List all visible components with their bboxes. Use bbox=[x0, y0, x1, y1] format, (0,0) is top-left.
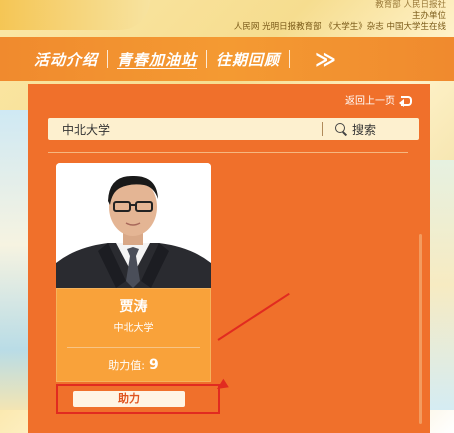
nav-item-intro[interactable]: 活动介绍 bbox=[34, 49, 98, 70]
organizers: 教育部 人民日报社 主办单位 人民网 光明日报教育部 《大学生》杂志 中国大学生… bbox=[234, 0, 446, 33]
left-decoration bbox=[0, 110, 28, 410]
search-bar: 搜索 bbox=[48, 118, 419, 140]
score-value: 9 bbox=[148, 357, 159, 373]
nav-divider bbox=[206, 50, 208, 68]
back-label: 返回上一页 bbox=[345, 96, 395, 107]
avatar bbox=[56, 163, 211, 288]
return-arrow-icon bbox=[399, 95, 413, 107]
divider bbox=[48, 152, 408, 153]
nav-divider bbox=[289, 50, 291, 68]
boost-score: 助力值: 9 bbox=[57, 357, 210, 373]
organizers-top: 教育部 人民日报社 bbox=[375, 0, 446, 10]
organizers-list: 人民网 光明日报教育部 《大学生》杂志 中国大学生在线 bbox=[233, 22, 446, 32]
banner-decoration bbox=[0, 0, 150, 30]
portrait-image bbox=[56, 163, 211, 288]
candidate-name: 贾涛 bbox=[119, 299, 148, 315]
main-nav: 活动介绍 青春加油站 往期回顾 ≫ bbox=[0, 37, 454, 81]
content-panel: 返回上一页 搜索 贾涛 中北大学 bbox=[28, 84, 430, 433]
nav-more-icon[interactable]: ≫ bbox=[315, 47, 336, 71]
info-divider bbox=[67, 347, 200, 348]
organizers-label: 主办单位 bbox=[411, 11, 446, 21]
search-button[interactable]: 搜索 bbox=[323, 121, 376, 138]
boost-button[interactable]: 助力 bbox=[73, 391, 185, 407]
scrollbar[interactable] bbox=[419, 234, 422, 424]
right-decoration bbox=[430, 160, 454, 410]
score-label: 助力值: bbox=[108, 359, 145, 372]
boost-highlight-box: 助力 bbox=[56, 384, 220, 414]
candidate-info: 贾涛 中北大学 助力值: 9 bbox=[56, 288, 211, 382]
nav-item-review[interactable]: 往期回顾 bbox=[216, 49, 280, 70]
candidate-school: 中北大学 bbox=[113, 323, 154, 334]
nav-divider bbox=[107, 50, 109, 68]
search-input[interactable] bbox=[48, 118, 322, 140]
nav-item-youth-station[interactable]: 青春加油站 bbox=[117, 49, 197, 70]
search-button-label: 搜索 bbox=[352, 122, 377, 137]
search-icon bbox=[335, 123, 347, 135]
back-link[interactable]: 返回上一页 bbox=[345, 92, 413, 107]
annotation-arrow bbox=[217, 292, 290, 341]
